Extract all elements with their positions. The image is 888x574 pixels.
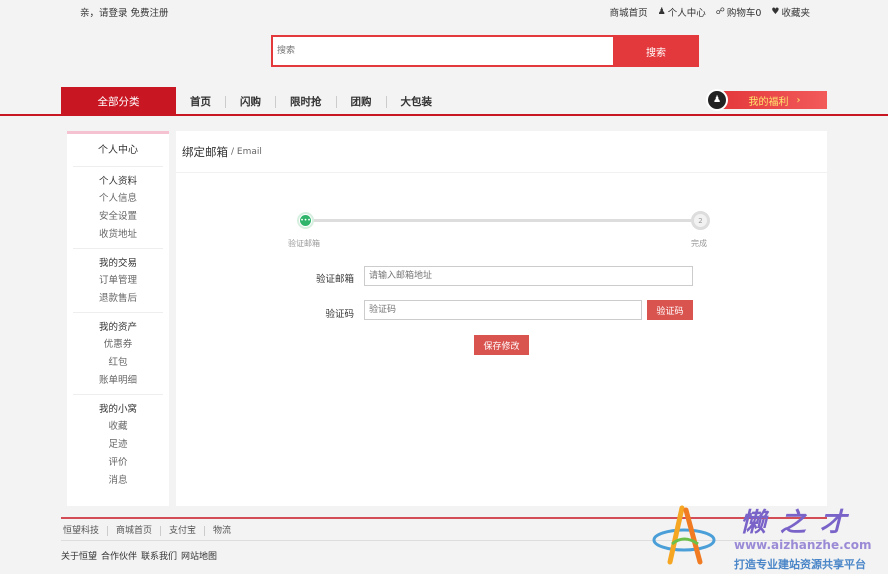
heart-icon: ♥ <box>771 7 780 17</box>
nav-links: 首页 闪购 限时抢 团购 大包装 <box>176 87 446 116</box>
page-subtitle: / Email <box>231 146 262 157</box>
top-link-user-center[interactable]: ♟ 个人中心 <box>658 5 706 19</box>
panel-header: 绑定邮箱 / Email <box>176 131 827 173</box>
email-field[interactable] <box>364 266 693 286</box>
footer-link-alipay[interactable]: 支付宝 <box>160 526 204 536</box>
footer-about-us[interactable]: 关于恒望 <box>61 549 97 562</box>
all-categories-button[interactable]: 全部分类 <box>61 87 176 116</box>
sidebar-item-security[interactable]: 安全设置 <box>73 208 163 226</box>
footer-partners[interactable]: 合作伙伴 <box>101 549 137 562</box>
footer-link-mall-home[interactable]: 商城首页 <box>107 526 160 536</box>
search-bar: 搜索 <box>271 35 699 67</box>
footer-link-logistics[interactable]: 物流 <box>204 526 239 536</box>
nav-link-home[interactable]: 首页 <box>176 96 225 108</box>
sidebar-title: 个人中心 <box>73 134 163 167</box>
watermark-logo-icon <box>652 505 716 565</box>
step-1-dots: ••• <box>300 215 311 226</box>
step-2-label: 完成 <box>691 239 707 248</box>
sidebar-item-bills[interactable]: 账单明细 <box>73 372 163 390</box>
sidebar-group-head: 我的小窝 <box>98 404 137 415</box>
sidebar-item-refunds[interactable]: 退款售后 <box>73 290 163 308</box>
top-link-favorites[interactable]: ♥ 收藏夹 <box>771 5 810 19</box>
register-link[interactable]: 免费注册 <box>131 8 169 19</box>
chevron-right-icon: › <box>796 94 801 106</box>
watermark-url: www.aizhanzhe.com <box>734 538 872 552</box>
step-1-marker: ••• <box>297 212 314 229</box>
sidebar-group-head: 我的交易 <box>98 258 137 269</box>
sidebar-group-profile: 个人资料 个人信息 安全设置 收货地址 <box>73 167 163 249</box>
avatar: ♟ <box>706 89 728 111</box>
footer-link-company[interactable]: 恒望科技 <box>61 526 107 536</box>
email-label: 验证邮箱 <box>315 274 354 285</box>
get-code-button[interactable]: 验证码 <box>647 300 693 320</box>
top-link-label: 收藏夹 <box>781 8 810 19</box>
top-bar: 亲，请登录 免费注册 商城首页 ♟ 个人中心 ☍ 购物车0 ♥ 收藏夹 <box>0 0 888 22</box>
my-welfare-button[interactable]: 我的福利 › <box>722 91 827 109</box>
code-label: 验证码 <box>325 309 354 320</box>
nav-link-limited-time[interactable]: 限时抢 <box>275 95 336 108</box>
sidebar-item-red-packets[interactable]: 红包 <box>73 354 163 372</box>
bind-email-panel: 绑定邮箱 / Email ••• 2 验证邮箱 完成 验证邮箱 验证码 验证码 … <box>176 131 827 506</box>
search-input[interactable] <box>271 35 613 67</box>
my-welfare-label: 我的福利 <box>748 96 789 108</box>
login-link[interactable]: 亲，请登录 <box>80 8 128 19</box>
code-field[interactable] <box>364 300 642 320</box>
nav-link-big-pack[interactable]: 大包装 <box>385 95 447 108</box>
top-link-label: 购物车0 <box>726 8 762 19</box>
sidebar-group-trades: 我的交易 订单管理 退款售后 <box>73 249 163 313</box>
sidebar-group-head: 个人资料 <box>98 176 137 187</box>
cart-icon: ☍ <box>715 7 725 17</box>
step-1-label: 验证邮箱 <box>288 239 320 248</box>
footer-sitemap[interactable]: 网站地图 <box>181 549 217 562</box>
sidebar-item-messages[interactable]: 消息 <box>73 472 163 490</box>
progress-track <box>306 219 700 222</box>
sidebar-item-coupons[interactable]: 优惠券 <box>73 336 163 354</box>
watermark: 懒之才 www.aizhanzhe.com 打造专业建站资源共享平台 <box>648 500 888 574</box>
watermark-brand: 懒之才 <box>740 508 861 538</box>
login-greeting: 亲，请登录 免费注册 <box>80 5 169 19</box>
sidebar: 个人中心 个人资料 个人信息 安全设置 收货地址 我的交易 订单管理 退款售后 … <box>67 131 169 506</box>
sidebar-item-orders[interactable]: 订单管理 <box>73 272 163 290</box>
nav-link-flash-sale[interactable]: 闪购 <box>225 95 275 108</box>
my-welfare[interactable]: ♟ 我的福利 › <box>706 89 827 111</box>
user-icon: ♟ <box>657 7 666 17</box>
footer-links: 恒望科技 商城首页 支付宝 物流 <box>61 526 239 536</box>
sidebar-group-head: 我的资产 <box>98 322 137 333</box>
sidebar-item-footprints[interactable]: 足迹 <box>73 436 163 454</box>
sidebar-item-favorites[interactable]: 收藏 <box>73 418 163 436</box>
top-link-mall-home[interactable]: 商城首页 <box>610 5 648 19</box>
sidebar-item-reviews[interactable]: 评价 <box>73 454 163 472</box>
save-button[interactable]: 保存修改 <box>474 335 529 355</box>
sidebar-item-address[interactable]: 收货地址 <box>73 226 163 244</box>
nav-link-group-buy[interactable]: 团购 <box>335 95 386 108</box>
watermark-slogan: 打造专业建站资源共享平台 <box>734 558 866 571</box>
top-link-label: 个人中心 <box>667 8 706 19</box>
main-nav: 全部分类 首页 闪购 限时抢 团购 大包装 ♟ 我的福利 › <box>0 87 888 116</box>
search-button[interactable]: 搜索 <box>613 35 699 67</box>
sidebar-item-personal-info[interactable]: 个人信息 <box>73 190 163 208</box>
top-link-label: 商城首页 <box>609 8 648 19</box>
footer-contact[interactable]: 联系我们 <box>141 549 177 562</box>
sidebar-group-nest: 我的小窝 收藏 足迹 评价 消息 <box>73 395 163 494</box>
footer-about: 关于恒望 合作伙伴 联系我们 网站地图 <box>61 549 217 562</box>
page-title: 绑定邮箱 <box>182 144 228 159</box>
top-link-cart[interactable]: ☍ 购物车0 <box>716 5 762 19</box>
step-2-marker: 2 <box>691 211 710 230</box>
sidebar-group-assets: 我的资产 优惠券 红包 账单明细 <box>73 313 163 395</box>
top-links: 商城首页 ♟ 个人中心 ☍ 购物车0 ♥ 收藏夹 <box>610 5 810 19</box>
